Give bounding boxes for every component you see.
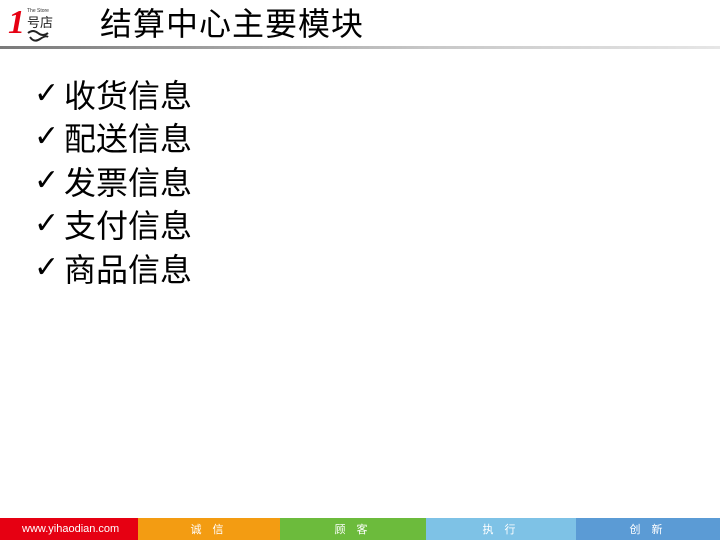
header-divider xyxy=(0,46,720,49)
footer-bar: www.yihaodian.com 诚 信 顾 客 执 行 创 新 xyxy=(0,518,720,540)
page-title: 结算中心主要模块 xyxy=(100,5,365,43)
module-list: ✓ 收货信息 ✓ 配送信息 ✓ 发票信息 ✓ 支付信息 ✓ 商品信息 xyxy=(34,72,192,290)
checkmark-icon: ✓ xyxy=(34,119,60,155)
checkmark-icon: ✓ xyxy=(34,249,60,285)
list-item-label: 支付信息 xyxy=(64,207,193,246)
svg-text:号店: 号店 xyxy=(27,16,53,31)
list-item-label: 收货信息 xyxy=(64,76,193,115)
footer-value-integrity: 诚 信 xyxy=(138,518,280,540)
list-item: ✓ 发票信息 xyxy=(34,159,192,203)
slide-header: 1 The Store 号店 结算中心主要模块 xyxy=(0,0,720,49)
list-item: ✓ 支付信息 xyxy=(34,203,192,247)
svg-text:1: 1 xyxy=(8,4,25,41)
list-item-label: 配送信息 xyxy=(64,120,193,159)
list-item: ✓ 配送信息 xyxy=(34,116,192,160)
list-item-label: 发票信息 xyxy=(64,163,193,202)
list-item-label: 商品信息 xyxy=(64,250,193,289)
checkmark-icon: ✓ xyxy=(34,206,60,242)
checkmark-icon: ✓ xyxy=(34,75,60,111)
list-item: ✓ 收货信息 xyxy=(34,72,192,116)
footer-value-execution: 执 行 xyxy=(426,518,576,540)
footer-value-innovation: 创 新 xyxy=(576,518,720,540)
checkmark-icon: ✓ xyxy=(34,162,60,198)
svg-text:The Store: The Store xyxy=(27,8,49,14)
footer-website-link[interactable]: www.yihaodian.com xyxy=(0,518,138,540)
list-item: ✓ 商品信息 xyxy=(34,246,192,290)
yihaodian-logo: 1 The Store 号店 xyxy=(8,4,53,42)
footer-value-customer: 顾 客 xyxy=(280,518,426,540)
